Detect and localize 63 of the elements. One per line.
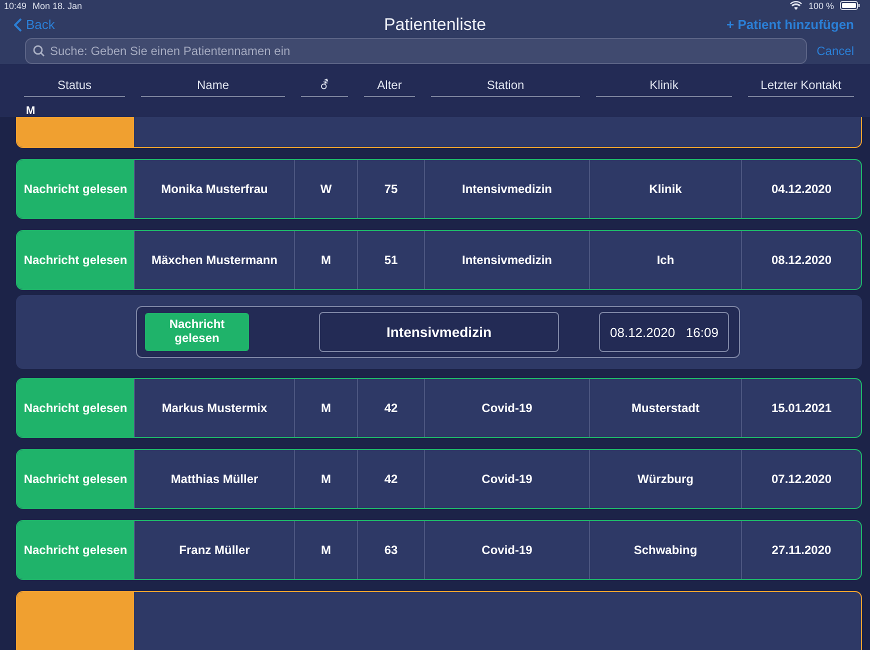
- table-cell: 08.12.2020: [741, 231, 861, 289]
- table-cell: Monika Musterfrau: [134, 160, 294, 218]
- table-cell: 42: [357, 450, 424, 508]
- battery-icon: [840, 1, 860, 10]
- wifi-icon: [790, 1, 802, 10]
- table-cell: 27.11.2020: [741, 521, 861, 579]
- contact-entry[interactable]: Nachricht gelesen Intensivmedizin 08.12.2020 16:09: [136, 306, 740, 358]
- status-time: 10:49: [4, 0, 27, 11]
- table-cell: M: [294, 379, 357, 437]
- table-cell: 51: [357, 231, 424, 289]
- table-cell: 04.12.2020: [741, 160, 861, 218]
- table-cell: Covid-19: [424, 450, 589, 508]
- patient-row[interactable]: [16, 117, 862, 148]
- table-cell: M: [294, 450, 357, 508]
- search-icon: [33, 45, 45, 57]
- table-cell: Musterstadt: [589, 379, 741, 437]
- table-cell: M: [294, 521, 357, 579]
- table-cell: 63: [357, 521, 424, 579]
- window-title: Patientenliste: [384, 14, 486, 35]
- table-cell: 15.01.2021: [741, 379, 861, 437]
- table-cell: Covid-19: [424, 521, 589, 579]
- table-cell: W: [294, 160, 357, 218]
- table-cell: Mäxchen Mustermann: [134, 231, 294, 289]
- column-header[interactable]: Klinik: [596, 78, 732, 97]
- table-cell: Matthias Müller: [134, 450, 294, 508]
- table-cell: Franz Müller: [134, 521, 294, 579]
- status-tag: Nachricht gelesen: [17, 379, 134, 437]
- patient-row[interactable]: [16, 591, 862, 650]
- patient-row[interactable]: Nachricht gelesen Matthias Müller M 42 Covid-19 Würzburg 07.12.2020: [16, 449, 862, 509]
- table-cell: 42: [357, 379, 424, 437]
- table-cell: Covid-19: [424, 379, 589, 437]
- chevron-left-icon: [14, 18, 22, 32]
- patient-row[interactable]: Nachricht gelesen Mäxchen Mustermann M 51 Intensivmedizin Ich 08.12.2020: [16, 230, 862, 290]
- station-field: Intensivmedizin: [319, 312, 559, 352]
- table-cell: Markus Mustermix: [134, 379, 294, 437]
- column-header[interactable]: ⚦: [301, 78, 348, 97]
- column-header[interactable]: Alter: [364, 78, 415, 97]
- column-header[interactable]: Station: [431, 78, 580, 97]
- status-tag: Nachricht gelesen: [145, 313, 249, 351]
- date-field: 08.12.2020 16:09: [599, 312, 730, 352]
- status-tag: Nachricht gelesen: [17, 231, 134, 289]
- column-header[interactable]: Letzter Kontakt: [748, 78, 854, 97]
- column-header[interactable]: Name: [141, 78, 285, 97]
- table-cell: Würzburg: [589, 450, 741, 508]
- battery-percent: 100 %: [808, 0, 834, 11]
- column-header[interactable]: Status: [24, 78, 125, 97]
- table-cell: Intensivmedizin: [424, 231, 589, 289]
- table-cell: Schwabing: [589, 521, 741, 579]
- patient-row[interactable]: Nachricht gelesen Monika Musterfrau W 75 Intensivmedizin Klinik 04.12.2020: [16, 159, 862, 219]
- table-cell: Intensivmedizin: [424, 160, 589, 218]
- patient-row[interactable]: Nachricht gelesen Markus Mustermix M 42 Covid-19 Musterstadt 15.01.2021: [16, 378, 862, 438]
- table-cell: Ich: [589, 231, 741, 289]
- table-cell: M: [294, 231, 357, 289]
- table-cell: 07.12.2020: [741, 450, 861, 508]
- status-tag: Nachricht gelesen: [17, 521, 134, 579]
- status-date: Mon 18. Jan: [32, 0, 82, 11]
- search-field[interactable]: Suche: Geben Sie einen Patientennamen ein: [25, 38, 807, 64]
- section-letter: M: [26, 105, 36, 117]
- status-tag: Nachricht gelesen: [17, 160, 134, 218]
- table-cell: Klinik: [589, 160, 741, 218]
- patient-row[interactable]: Nachricht gelesen Franz Müller M 63 Covid-19 Schwabing 27.11.2020: [16, 520, 862, 580]
- table-cell: 75: [357, 160, 424, 218]
- status-tag: Nachricht gelesen: [17, 450, 134, 508]
